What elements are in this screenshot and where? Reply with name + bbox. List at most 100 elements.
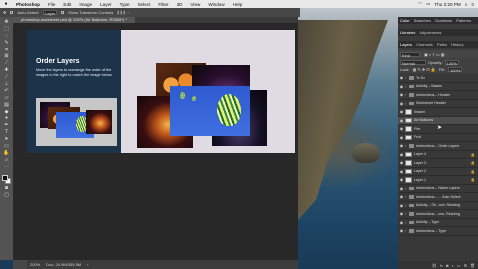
tab-adjustments[interactable]: Adjustments: [419, 30, 441, 35]
brush-tool-icon[interactable]: ∕: [2, 75, 11, 81]
visibility-eye-icon[interactable]: ◉: [398, 194, 405, 199]
visibility-eye-icon[interactable]: ◉: [398, 220, 405, 225]
layer-name[interactable]: Instant: [414, 110, 425, 114]
visibility-eye-icon[interactable]: ◉: [398, 101, 405, 106]
filter-icons[interactable]: ▣ ◐ T ▭ ▦: [424, 52, 445, 57]
document-canvas[interactable]: Order Layers Move the layers to rearrang…: [27, 30, 295, 153]
visibility-eye-icon[interactable]: ◉: [398, 152, 405, 157]
visibility-eye-icon[interactable]: ◉: [398, 169, 405, 174]
layer-kind-filter[interactable]: Kind: [400, 51, 420, 58]
lock-icons[interactable]: ▦ ✎ ✥ ⊡ 🔒: [413, 67, 436, 72]
hand-tool-icon[interactable]: ✋: [2, 150, 11, 157]
visibility-eye-icon[interactable]: ◉: [398, 186, 405, 191]
eraser-tool-icon[interactable]: ▱: [2, 95, 11, 102]
clone-stamp-tool-icon[interactable]: ⊥: [2, 81, 11, 88]
eyedropper-tool-icon[interactable]: ⁄: [2, 61, 11, 67]
layer-row[interactable]: ◉ Layer 1 🔒: [398, 176, 478, 185]
menu-edit[interactable]: Edit: [59, 2, 75, 7]
link-layers-icon[interactable]: ⛓: [432, 263, 437, 268]
layer-row[interactable]: ◉ › Worksheet Header: [398, 100, 478, 108]
layer-name[interactable]: Layer 4: [414, 152, 426, 156]
tab-color[interactable]: Color: [400, 18, 410, 23]
apple-icon[interactable]: ●: [0, 1, 12, 7]
visibility-eye-icon[interactable]: ◉: [398, 84, 405, 89]
menu-file[interactable]: File: [44, 2, 59, 7]
marquee-tool-icon[interactable]: ⬚: [2, 26, 11, 33]
wifi-icon[interactable]: ◠: [418, 1, 422, 7]
layer-name[interactable]: Instructions ...ove, Resizing: [416, 212, 460, 216]
layer-row[interactable]: ◉ › Activity – Basics: [398, 83, 478, 91]
tab-layers[interactable]: Layers: [400, 42, 412, 47]
layer-row[interactable]: ◉ Layer 3 🔒: [398, 159, 478, 168]
align-icons[interactable]: ⫼ ⫼ ⫼ ⋯: [117, 10, 130, 15]
layer-row[interactable]: ◉ › Instructions – Name Layers: [398, 185, 478, 193]
visibility-eye-icon[interactable]: ◉: [398, 211, 405, 216]
menu-3d[interactable]: 3D: [173, 2, 187, 7]
layer-name[interactable]: Instructions – Type: [416, 229, 446, 233]
visibility-eye-icon[interactable]: ◉: [398, 160, 405, 165]
layer-name[interactable]: To Do: [416, 76, 425, 80]
gradient-tool-icon[interactable]: ▤: [2, 102, 11, 109]
battery-icon[interactable]: ▭: [426, 1, 430, 7]
zoom-tool-icon[interactable]: ⌕: [2, 157, 11, 164]
layer-name[interactable]: Instructions – Order Layers: [416, 144, 459, 148]
rectangle-tool-icon[interactable]: ▭: [2, 144, 11, 150]
visibility-eye-icon[interactable]: ◉: [398, 135, 405, 140]
layer-row[interactable]: ◉ › Activity – Type: [398, 219, 478, 227]
menu-window[interactable]: Window: [204, 2, 228, 7]
layer-style-icon[interactable]: fx: [440, 263, 443, 268]
layer-row[interactable]: ◉ › Instructions ...ove, Resizing: [398, 210, 478, 219]
layer-row[interactable]: ◉ Layer 2 🔒: [398, 168, 478, 176]
crop-tool-icon[interactable]: ⌗: [2, 47, 11, 54]
layer-name[interactable]: Layer 2: [414, 169, 426, 173]
quick-mask-icon[interactable]: ◙: [2, 185, 11, 192]
status-arrow-icon[interactable]: ›: [87, 262, 88, 267]
foreground-color-swatch[interactable]: [2, 174, 8, 181]
document-size[interactable]: Doc: 24.9M/359.5M: [46, 262, 81, 267]
lasso-tool-icon[interactable]: ◌: [2, 33, 11, 40]
layer-name[interactable]: Instructions – Header: [416, 93, 450, 97]
menu-clock[interactable]: Thu 2:20 PM: [434, 2, 460, 7]
more-tools-icon[interactable]: ⋯: [2, 164, 11, 171]
layer-name[interactable]: Activity – Basics: [416, 84, 442, 88]
menu-app-name[interactable]: Photoshop: [12, 2, 44, 7]
delete-layer-icon[interactable]: 🗑: [470, 263, 475, 268]
tab-paths[interactable]: Paths: [437, 42, 447, 47]
layer-name[interactable]: Instructions – Name Layers: [416, 186, 460, 190]
layer-name[interactable]: Activity – Sh...ove, Resizing: [416, 203, 460, 207]
menu-type[interactable]: Type: [116, 2, 134, 7]
visibility-eye-icon[interactable]: ◉: [398, 203, 405, 208]
layer-row[interactable]: ◉ › Instructions – ... Auto Select: [398, 193, 478, 202]
frame-tool-icon[interactable]: ⊠: [2, 54, 11, 60]
layer-row[interactable]: ◉ › Instructions – Order Layers: [398, 142, 478, 151]
layer-name[interactable]: Instructions – ... Auto Select: [416, 195, 461, 199]
transform-controls-checkbox[interactable]: [61, 11, 65, 14]
menu-help[interactable]: Help: [229, 2, 246, 7]
layer-row[interactable]: ◉ Fruit: [398, 134, 478, 142]
path-selection-tool-icon[interactable]: ➤: [2, 137, 11, 143]
tab-swatches[interactable]: Swatches: [414, 18, 431, 23]
control-center-icon[interactable]: ≡: [471, 2, 474, 7]
tab-gradients[interactable]: Gradients: [435, 18, 452, 23]
layer-row[interactable]: ◉ › Activity – Sh...ove, Resizing: [398, 202, 478, 210]
layer-name[interactable]: Activity – Type: [416, 220, 439, 224]
color-swatches[interactable]: [2, 174, 11, 185]
type-tool-icon[interactable]: T: [2, 130, 11, 136]
visibility-eye-icon[interactable]: ◉: [398, 92, 405, 97]
fill-field[interactable]: 100%: [448, 67, 463, 73]
tab-patterns[interactable]: Patterns: [456, 18, 471, 23]
new-group-icon[interactable]: ▭: [457, 263, 461, 268]
visibility-eye-icon[interactable]: ◉: [398, 126, 405, 131]
add-mask-icon[interactable]: ◙: [446, 263, 448, 268]
visibility-eye-icon[interactable]: ◉: [398, 118, 405, 123]
layer-row[interactable]: ◉ › To Do: [398, 74, 478, 83]
menu-layer[interactable]: Layer: [96, 2, 116, 7]
pen-tool-icon[interactable]: ✒: [2, 123, 11, 129]
blend-mode-dropdown[interactable]: Normal: [400, 59, 426, 66]
auto-select-checkbox[interactable]: [10, 11, 14, 14]
visibility-eye-icon[interactable]: ◉: [398, 228, 405, 233]
visibility-eye-icon[interactable]: ◉: [398, 109, 405, 114]
move-tool-preset-icon[interactable]: ✥: [3, 10, 6, 15]
layer-name[interactable]: Fire: [414, 127, 420, 131]
screen-mode-icon[interactable]: ▢: [2, 192, 11, 199]
